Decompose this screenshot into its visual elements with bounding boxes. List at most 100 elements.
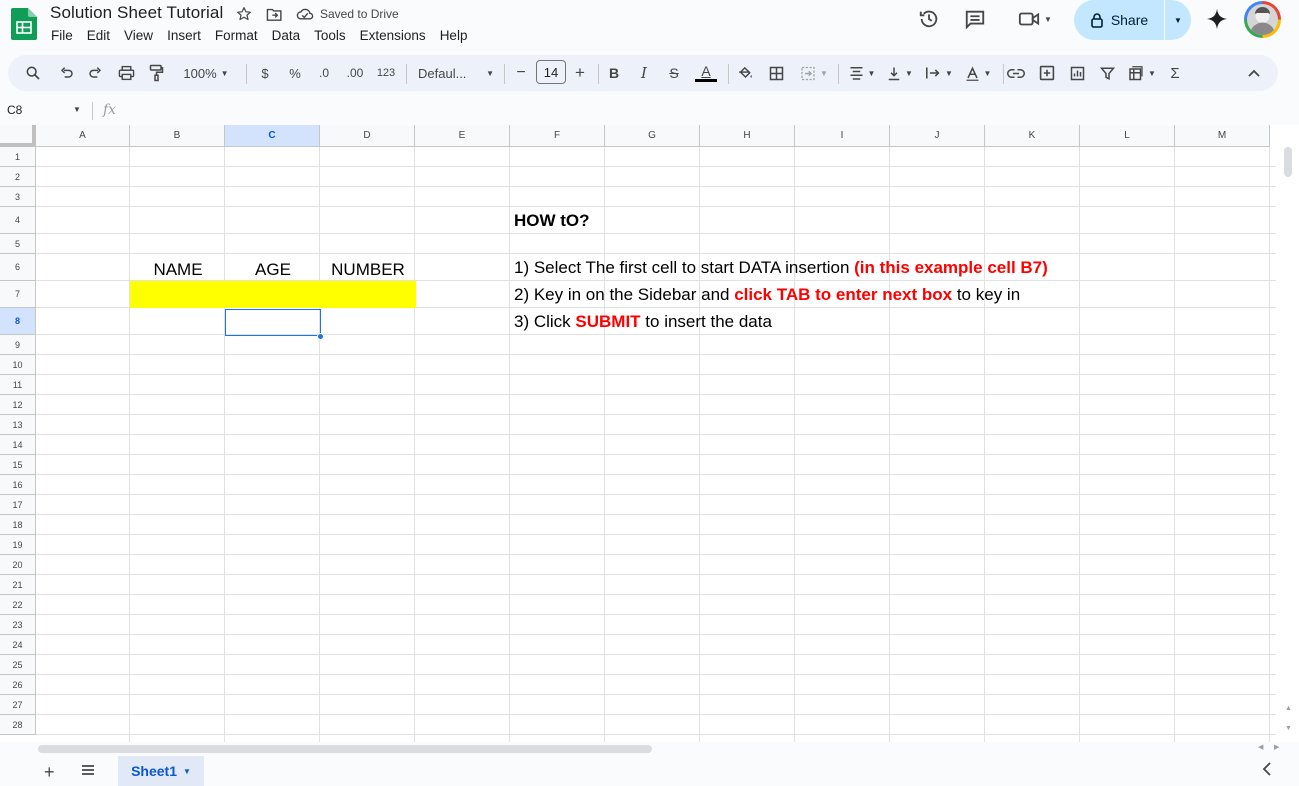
row-header-24[interactable]: 24 bbox=[0, 635, 36, 655]
insert-chart-icon[interactable] bbox=[1066, 55, 1088, 91]
sheet-tab-dropdown-icon[interactable]: ▼ bbox=[183, 767, 191, 776]
more-formats-button[interactable]: 123 bbox=[375, 55, 397, 91]
redo-icon[interactable] bbox=[85, 55, 107, 91]
column-header-h[interactable]: H bbox=[700, 125, 795, 147]
row-header-13[interactable]: 13 bbox=[0, 415, 36, 435]
selected-cell-c8[interactable] bbox=[225, 309, 321, 336]
text-color-button[interactable]: A bbox=[694, 55, 718, 91]
decrease-decimal-button[interactable]: .0 bbox=[313, 55, 335, 91]
menu-tools[interactable]: Tools bbox=[307, 26, 353, 45]
font-size-input[interactable]: 14 bbox=[536, 60, 566, 84]
gemini-sparkle-icon[interactable] bbox=[1205, 7, 1229, 31]
search-menus-icon[interactable] bbox=[22, 55, 44, 91]
cell-f7-step-2[interactable]: 2) Key in on the Sidebar and click TAB t… bbox=[514, 285, 1020, 305]
column-header-e[interactable]: E bbox=[415, 125, 510, 147]
strikethrough-button[interactable]: S bbox=[666, 55, 682, 91]
row-header-1[interactable]: 1 bbox=[0, 147, 36, 167]
vertical-align-icon[interactable]: ▼ bbox=[884, 55, 916, 91]
row-header-15[interactable]: 15 bbox=[0, 455, 36, 475]
name-box[interactable]: C8 bbox=[7, 103, 22, 117]
cell-d6-number-header[interactable]: NUMBER bbox=[320, 260, 416, 280]
row-header-14[interactable]: 14 bbox=[0, 435, 36, 455]
share-button[interactable]: Share bbox=[1074, 0, 1164, 40]
share-dropdown-button[interactable]: ▼ bbox=[1165, 0, 1191, 40]
row-header-12[interactable]: 12 bbox=[0, 395, 36, 415]
row-header-18[interactable]: 18 bbox=[0, 515, 36, 535]
menu-insert[interactable]: Insert bbox=[160, 26, 208, 45]
collapse-menus-icon[interactable] bbox=[1244, 55, 1264, 91]
comments-icon[interactable] bbox=[963, 7, 987, 31]
column-header-m[interactable]: M bbox=[1175, 125, 1270, 147]
scroll-right-arrow-icon[interactable]: ▶ bbox=[1274, 743, 1279, 751]
side-panel-toggle-icon[interactable] bbox=[1262, 762, 1272, 781]
undo-icon[interactable] bbox=[55, 55, 77, 91]
functions-button[interactable]: Σ bbox=[1166, 55, 1184, 91]
row-header-17[interactable]: 17 bbox=[0, 495, 36, 515]
row-header-4[interactable]: 4 bbox=[0, 207, 36, 234]
row-header-23[interactable]: 23 bbox=[0, 615, 36, 635]
horizontal-scrollbar[interactable] bbox=[38, 745, 652, 753]
row-header-9[interactable]: 9 bbox=[0, 335, 36, 355]
filter-icon[interactable] bbox=[1096, 55, 1118, 91]
paint-format-icon[interactable] bbox=[145, 55, 167, 91]
text-wrapping-icon[interactable]: ▼ bbox=[922, 55, 956, 91]
cell-b6-name-header[interactable]: NAME bbox=[130, 260, 226, 280]
column-header-g[interactable]: G bbox=[605, 125, 700, 147]
name-box-dropdown-icon[interactable]: ▼ bbox=[73, 105, 81, 114]
row-header-6[interactable]: 6 bbox=[0, 254, 36, 281]
all-sheets-menu-icon[interactable] bbox=[80, 762, 96, 778]
row-header-10[interactable]: 10 bbox=[0, 355, 36, 375]
row-header-26[interactable]: 26 bbox=[0, 675, 36, 695]
merge-cells-icon[interactable]: ▼ bbox=[797, 55, 831, 91]
menu-format[interactable]: Format bbox=[208, 26, 265, 45]
bold-button[interactable]: B bbox=[606, 55, 622, 91]
column-header-j[interactable]: J bbox=[890, 125, 985, 147]
row-header-27[interactable]: 27 bbox=[0, 695, 36, 715]
row-header-20[interactable]: 20 bbox=[0, 555, 36, 575]
font-select[interactable]: Defaul... ▼ bbox=[418, 55, 494, 91]
cell-f6-step-1[interactable]: 1) Select The first cell to start DATA i… bbox=[514, 258, 1048, 278]
column-header-l[interactable]: L bbox=[1080, 125, 1175, 147]
fill-color-icon[interactable] bbox=[734, 55, 756, 91]
decrease-font-size-button[interactable]: − bbox=[513, 55, 529, 91]
menu-data[interactable]: Data bbox=[265, 26, 308, 45]
scroll-down-arrow-icon[interactable]: ▼ bbox=[1285, 725, 1292, 732]
column-header-f[interactable]: F bbox=[510, 125, 605, 147]
cell-f8-step-3[interactable]: 3) Click SUBMIT to insert the data bbox=[514, 312, 772, 332]
column-header-c[interactable]: C bbox=[225, 125, 320, 147]
row-header-28[interactable]: 28 bbox=[0, 715, 36, 735]
borders-icon[interactable] bbox=[765, 55, 787, 91]
insert-comment-icon[interactable] bbox=[1036, 55, 1058, 91]
row-header-16[interactable]: 16 bbox=[0, 475, 36, 495]
highlighted-input-row[interactable] bbox=[130, 281, 416, 308]
formula-input[interactable] bbox=[128, 101, 1288, 121]
horizontal-align-icon[interactable]: ▼ bbox=[846, 55, 878, 91]
row-header-19[interactable]: 19 bbox=[0, 535, 36, 555]
column-header-a[interactable]: A bbox=[36, 125, 130, 147]
column-header-i[interactable]: I bbox=[795, 125, 890, 147]
column-header-b[interactable]: B bbox=[130, 125, 225, 147]
row-header-25[interactable]: 25 bbox=[0, 655, 36, 675]
cell-f4-how-to-title[interactable]: HOW tO? bbox=[514, 211, 590, 231]
increase-decimal-button[interactable]: .00 bbox=[343, 55, 367, 91]
column-header-d[interactable]: D bbox=[320, 125, 415, 147]
text-rotation-icon[interactable]: ▼ bbox=[962, 55, 994, 91]
print-icon[interactable] bbox=[115, 55, 137, 91]
column-header-k[interactable]: K bbox=[985, 125, 1080, 147]
document-title[interactable]: Solution Sheet Tutorial bbox=[50, 3, 223, 23]
row-header-3[interactable]: 3 bbox=[0, 187, 36, 207]
scroll-up-arrow-icon[interactable]: ▲ bbox=[1285, 705, 1292, 712]
vertical-scrollbar[interactable] bbox=[1284, 147, 1292, 177]
star-icon[interactable] bbox=[235, 5, 253, 23]
menu-help[interactable]: Help bbox=[433, 26, 475, 45]
menu-view[interactable]: View bbox=[117, 26, 160, 45]
increase-font-size-button[interactable]: + bbox=[572, 55, 588, 91]
row-header-21[interactable]: 21 bbox=[0, 575, 36, 595]
row-header-5[interactable]: 5 bbox=[0, 234, 36, 254]
insert-link-icon[interactable] bbox=[1005, 55, 1027, 91]
zoom-select[interactable]: 100% ▼ bbox=[176, 55, 236, 91]
row-header-11[interactable]: 11 bbox=[0, 375, 36, 395]
italic-button[interactable]: I bbox=[636, 55, 652, 91]
format-percent-button[interactable]: % bbox=[286, 55, 304, 91]
add-sheet-button[interactable]: + bbox=[44, 762, 55, 783]
